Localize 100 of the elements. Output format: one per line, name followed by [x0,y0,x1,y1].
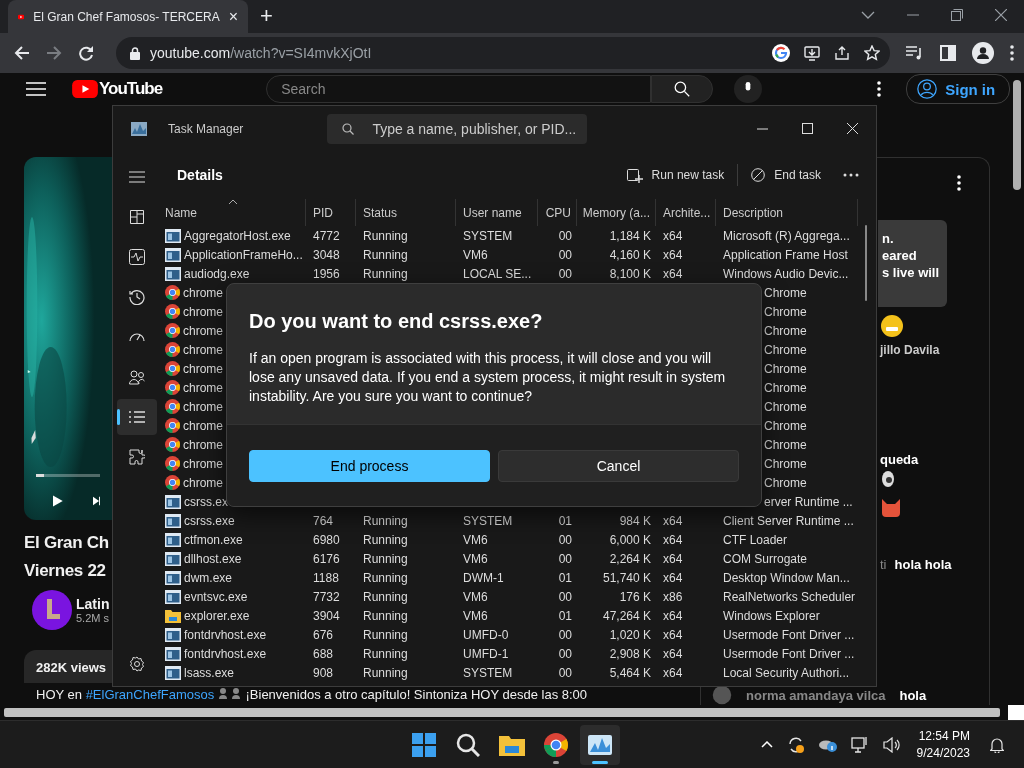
chrome-icon [165,418,180,433]
address-bar[interactable]: youtube.com/watch?v=SI4mvkXjOtI [116,37,890,69]
end-process-button[interactable]: End process [249,449,490,482]
notification-bell-icon[interactable] [990,736,1004,753]
install-icon[interactable] [804,45,820,61]
chrome-icon [165,342,180,357]
channel-name[interactable]: Latin [76,596,110,612]
history-icon [128,289,145,305]
kebab-menu-icon[interactable] [1010,45,1014,61]
table-cell-text: x64 [662,570,684,585]
clock[interactable]: 12:54 PM 9/24/2023 [916,727,970,762]
table-cell-text: x64 [662,513,684,528]
table-cell-text: Desktop Window Man... [722,570,851,585]
volume-icon[interactable] [882,736,901,753]
chevron-up-icon[interactable] [760,741,773,748]
new-tab-button[interactable]: + [260,5,273,27]
table-cell-text: 47,264 K [601,608,652,623]
table-cell-text: Chrome [763,456,808,471]
cancel-button[interactable]: Cancel [498,449,739,482]
search-button[interactable] [651,75,714,103]
share-icon[interactable] [834,45,850,61]
table-cell-text: UMFD-1 [462,646,510,661]
column-header[interactable]: CPU [538,199,577,226]
table-cell-text: Running [362,551,409,566]
table-cell-text: 764 [312,513,335,528]
horizontal-scrollbar[interactable] [4,708,1000,717]
more-options-icon[interactable] [843,173,859,177]
media-list-icon[interactable] [906,46,924,60]
chart-window-icon [588,734,612,755]
chat-author: jillo Davila [880,343,940,357]
profile-icon[interactable] [972,42,994,64]
tab-close-button[interactable]: × [228,8,238,25]
star-icon[interactable] [864,45,880,61]
youtube-logo-text[interactable]: YouTube [99,79,163,99]
maximize-icon[interactable] [802,123,813,134]
app-window-icon [165,551,181,566]
next-icon[interactable] [92,494,100,508]
chrome-icon [165,456,180,471]
table-cell-text: 3048 [312,247,341,262]
column-header[interactable]: Archite... [656,199,716,226]
reload-icon[interactable] [78,45,94,61]
end-task-button[interactable]: End task [743,162,829,188]
column-header[interactable]: Description [716,199,858,226]
chevron-down-icon[interactable] [861,11,875,19]
emoji-icon [881,315,903,337]
table-cell-text: x64 [662,665,684,680]
restore-icon[interactable] [951,9,963,21]
hashtag-link[interactable]: #ElGranChefFamosos [85,687,215,702]
lock-icon [130,46,140,60]
browser-tab[interactable]: El Gran Chef Famosos- TERCERA × [8,0,248,33]
table-cell-text: x86 [662,589,684,604]
sign-in-button[interactable]: Sign in [906,74,1011,104]
column-header[interactable]: User name [456,199,538,226]
app-window-icon [165,494,181,509]
column-header[interactable]: Memory (a... [577,199,656,226]
youtube-play-icon[interactable] [72,80,98,98]
table-cell-text: x64 [662,532,684,547]
table-cell-text: Running [362,228,409,243]
video-progress-bar[interactable] [36,474,100,477]
table-cell-text: 1,184 K [608,228,652,243]
table-cell-text: 6980 [312,532,341,547]
table-cell-text: VM6 [462,532,489,547]
process-name: chrome [183,456,223,471]
google-g-icon[interactable] [772,44,790,62]
settings-icon[interactable] [128,656,145,672]
table-cell-text: Chrome [763,342,808,357]
sync-icon[interactable] [786,735,805,754]
window-title: Task Manager [168,121,244,136]
microphone-button[interactable] [734,75,763,103]
channel-avatar-icon[interactable] [32,590,72,630]
chrome-icon [165,380,180,395]
table-cell-text: 6,000 K [608,532,652,547]
table-cell-text: 5,464 K [608,665,652,680]
vertical-scrollbar[interactable] [1013,80,1021,190]
side-panel-icon[interactable] [940,45,956,61]
table-cell-text: Client Server Runtime ... [722,513,855,528]
process-name: chrome [183,399,223,414]
table-cell-text: Running [362,532,409,547]
taskbar-button[interactable] [580,724,620,765]
forward-icon[interactable] [46,45,62,61]
table-cell-text: SYSTEM [462,665,514,680]
table-cell-text: Running [362,646,409,661]
close-icon[interactable] [995,9,1007,21]
table-cell-text: VM6 [462,247,489,262]
table-cell-text: 676 [312,627,335,642]
process-name: dwm.exe [184,570,233,585]
details-tab[interactable] [116,399,157,435]
back-icon[interactable] [14,45,30,61]
description-box[interactable]: 282K views [24,650,112,683]
kebab-menu-icon[interactable] [877,81,882,97]
run-new-task-button[interactable]: Run new task [618,161,733,189]
column-header[interactable]: Name [160,199,306,226]
search-field[interactable]: Type a name, publisher, or PID... [327,113,588,144]
column-header[interactable]: Status [356,199,456,226]
network-icon[interactable] [850,735,869,754]
column-header[interactable]: PID [306,199,356,226]
menu-icon[interactable] [26,82,46,96]
vertical-scrollbar[interactable] [865,225,867,301]
kebab-menu-icon[interactable] [957,175,961,191]
search-field[interactable]: Search [266,75,652,103]
